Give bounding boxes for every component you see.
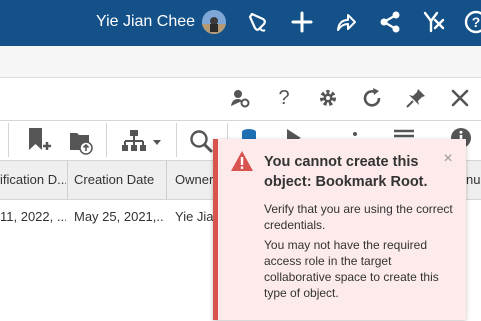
notification-bell-icon[interactable] — [246, 10, 270, 34]
divider — [0, 120, 481, 121]
cell-creation-date: May 25, 2021,... — [74, 209, 164, 224]
gear-icon[interactable] — [316, 86, 340, 110]
svg-text:?: ? — [472, 14, 481, 30]
column-header-creation-date[interactable]: Creation Date — [74, 161, 164, 199]
divider — [176, 123, 177, 157]
share-arrow-icon[interactable] — [334, 10, 358, 34]
avatar[interactable] — [202, 10, 226, 34]
column-header-owner[interactable]: Owner — [175, 161, 215, 199]
sub-header-strip — [0, 46, 481, 78]
column-header-modification-date[interactable]: ification D... — [0, 161, 66, 199]
help-icon[interactable]: ? — [464, 10, 481, 34]
divider — [106, 123, 107, 157]
close-icon[interactable]: × — [440, 151, 456, 167]
pin-icon[interactable] — [404, 86, 428, 110]
error-message: You may not have the required access rol… — [264, 238, 439, 300]
refresh-icon[interactable] — [360, 86, 384, 110]
hierarchy-icon[interactable] — [121, 126, 147, 156]
cell-modification-date: 11, 2022, ... — [0, 209, 66, 224]
cell-owner: Yie Jian — [175, 209, 215, 224]
divider — [8, 123, 9, 157]
upload-folder-icon[interactable] — [68, 126, 94, 156]
share-network-icon[interactable] — [378, 10, 402, 34]
error-title: You cannot create this object: Bookmark … — [264, 154, 428, 190]
chevron-down-icon[interactable] — [151, 126, 163, 156]
top-bar: Yie Jian Chee ? — [0, 0, 481, 46]
plus-icon[interactable] — [290, 10, 314, 34]
column-divider[interactable] — [67, 161, 68, 199]
warning-icon — [230, 150, 254, 172]
accessibility-icon[interactable] — [422, 10, 446, 34]
search-icon[interactable] — [188, 126, 214, 156]
add-bookmark-icon[interactable] — [26, 126, 52, 156]
column-header-partial[interactable]: nu — [466, 161, 481, 199]
error-message: Verify that you are using the correct cr… — [264, 202, 453, 232]
user-settings-icon[interactable] — [228, 86, 252, 110]
column-divider[interactable] — [166, 161, 167, 199]
user-name[interactable]: Yie Jian Chee — [96, 13, 195, 31]
close-icon[interactable] — [448, 86, 472, 110]
error-notification: You cannot create this object: Bookmark … — [213, 139, 466, 320]
help-icon[interactable]: ? — [272, 86, 296, 110]
